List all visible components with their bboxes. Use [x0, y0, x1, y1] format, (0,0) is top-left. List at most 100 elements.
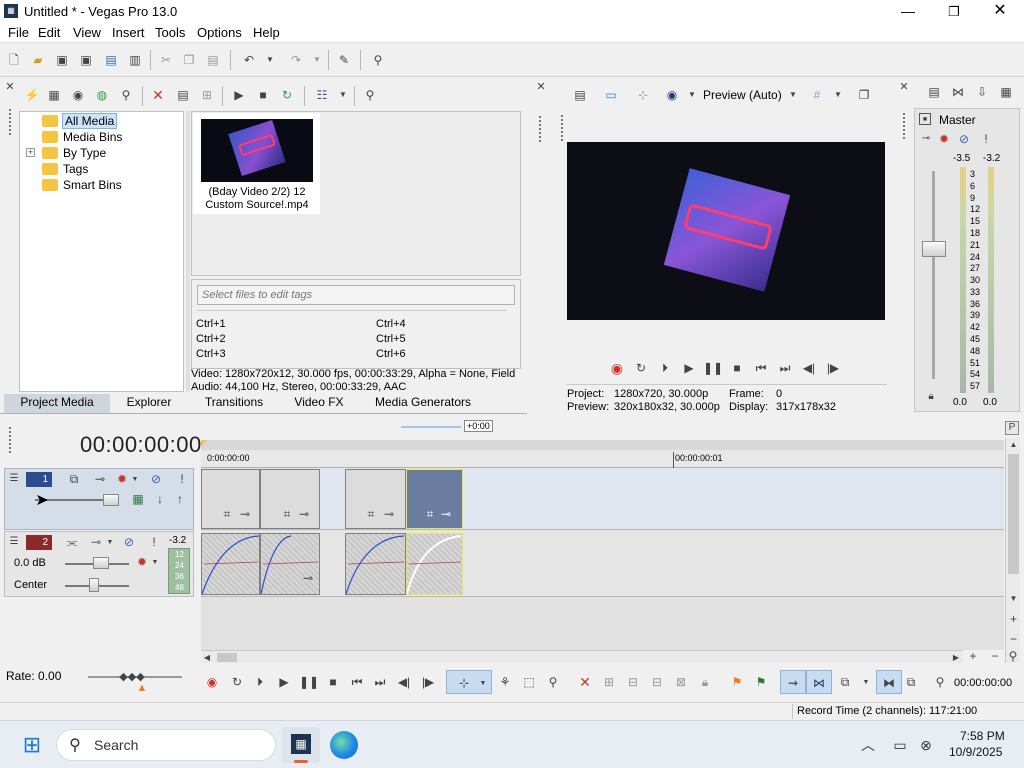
master-mute-icon[interactable]: ⊘: [957, 133, 971, 145]
overlays-dropdown-icon[interactable]: ▼: [833, 87, 843, 103]
previous-frame-icon[interactable]: ◀|: [802, 361, 816, 375]
scroll-thumb[interactable]: [1008, 454, 1019, 574]
zoom-in-vertical-icon[interactable]: +: [1008, 613, 1019, 625]
tag-shortcut-3[interactable]: Ctrl+3: [196, 348, 226, 360]
lock-envelopes-button[interactable]: ⧓: [876, 670, 902, 694]
master-fx-settings-icon[interactable]: ✹: [937, 133, 951, 145]
overlays-icon[interactable]: #: [809, 87, 825, 103]
selection-tool-icon[interactable]: ⬚: [522, 675, 536, 689]
close-icon[interactable]: ✕: [984, 0, 1016, 22]
video-clip-3[interactable]: ⌗ ⊸: [345, 469, 406, 529]
pan-slider-handle[interactable]: [89, 578, 99, 592]
scroll-up-icon[interactable]: ▲: [1008, 440, 1019, 450]
media-search-icon[interactable]: ⚲: [118, 87, 134, 103]
track-header-audio-2[interactable]: ☰ 2 ⫘ ⊸ ▼ ⊘ ! -3.2 0.0 dB ✹ ▼ Center 12 …: [4, 531, 194, 597]
get-media-web-icon[interactable]: ◍: [94, 87, 110, 103]
edit-tool-icon[interactable]: ✎: [336, 52, 352, 68]
play-media-icon[interactable]: ▶: [231, 87, 247, 103]
audio-fx-dropdown-icon[interactable]: ▼: [106, 536, 114, 548]
track-collapse-icon[interactable]: ☰: [8, 536, 20, 548]
audio-clip-1[interactable]: [201, 533, 260, 595]
zoom-in-horizontal-icon[interactable]: +: [967, 650, 979, 662]
show-hidden-icons-icon[interactable]: ︿: [858, 735, 878, 755]
zoom-edit-tool-icon[interactable]: ⚲: [546, 675, 560, 689]
windows-start-icon[interactable]: ⊞: [20, 733, 44, 757]
remove-media-icon[interactable]: ✕: [150, 87, 166, 103]
maximize-icon[interactable]: ❐: [938, 0, 970, 22]
new-file-icon[interactable]: 🗋: [6, 52, 22, 68]
get-photo-icon[interactable]: ◉: [70, 87, 86, 103]
video-clip-1[interactable]: ⌗ ⊸: [201, 469, 260, 529]
mixer-properties-icon[interactable]: ▤: [926, 84, 942, 100]
insert-marker-icon[interactable]: ⚑: [730, 675, 744, 689]
audio-mute-icon[interactable]: ⊘: [122, 536, 136, 548]
video-clip-selected[interactable]: ⌗ ⊸: [406, 469, 463, 529]
scroll-right-icon[interactable]: ▶: [951, 652, 961, 663]
undo-icon[interactable]: ↶: [240, 52, 258, 68]
external-monitor-icon[interactable]: ▭: [602, 87, 620, 103]
zoom-out-horizontal-icon[interactable]: −: [989, 650, 1001, 662]
tab-transitions[interactable]: Transitions: [190, 394, 278, 413]
media-fx-icon[interactable]: ⊞: [199, 87, 215, 103]
tag-shortcut-1[interactable]: Ctrl+1: [196, 318, 226, 330]
track-fx-icon[interactable]: ⊸: [93, 473, 107, 485]
tag-shortcut-5[interactable]: Ctrl+5: [376, 333, 406, 345]
event-fx-icon[interactable]: ⊸: [238, 508, 252, 520]
track-solo-icon[interactable]: !: [175, 473, 189, 485]
zoom-search-icon[interactable]: ⚲: [362, 87, 378, 103]
split-screen-icon[interactable]: ⊹: [635, 87, 651, 103]
marker-toggle-icon[interactable]: P: [1005, 421, 1019, 435]
menu-file[interactable]: File: [8, 25, 29, 40]
pan-crop-icon[interactable]: ⌗: [221, 508, 233, 520]
previous-frame-timeline-icon[interactable]: ◀|: [397, 675, 411, 689]
auto-ripple-button[interactable]: ⇝: [780, 670, 806, 694]
volume-slider-handle[interactable]: [93, 557, 109, 569]
preview-quality-select[interactable]: Preview (Auto): [703, 88, 782, 102]
audio-fx-settings-dropdown-icon[interactable]: ▼: [151, 556, 159, 568]
audio-clip-3[interactable]: [345, 533, 406, 595]
event-fx-icon[interactable]: ⊸: [382, 508, 396, 520]
tag-shortcut-4[interactable]: Ctrl+4: [376, 318, 406, 330]
delete-icon[interactable]: ✕: [578, 675, 592, 689]
lock-icon[interactable]: 🔒︎: [698, 675, 712, 689]
track-motion-icon[interactable]: ⧉: [67, 473, 81, 485]
audio-track-lane[interactable]: [201, 531, 1004, 597]
open-folder-icon[interactable]: ▰: [30, 52, 46, 68]
save-as-icon[interactable]: ▣: [78, 52, 94, 68]
compositing-mode-icon[interactable]: ▦: [131, 493, 145, 505]
preview-video-frame[interactable]: [567, 142, 885, 320]
event-fx-icon[interactable]: ⊸: [297, 508, 311, 520]
track-area[interactable]: ⌗ ⊸ ⌗ ⊸ ⌗ ⊸ ⌗ ⊸ ⊸: [201, 468, 1004, 650]
audio-clip-2[interactable]: ⊸: [260, 533, 320, 595]
horizontal-scroll-thumb[interactable]: [217, 653, 237, 662]
expand-icon[interactable]: +: [26, 148, 35, 157]
import-media-icon[interactable]: ⚡: [24, 87, 40, 103]
preview-mode-dropdown-icon[interactable]: ▼: [788, 87, 798, 103]
play-from-start-icon[interactable]: ⏵: [658, 361, 672, 375]
copy-icon[interactable]: ❐: [181, 52, 197, 68]
media-properties-icon[interactable]: ▤: [175, 87, 191, 103]
paste-icon[interactable]: ▤: [205, 52, 221, 68]
loop-timeline-icon[interactable]: ↻: [230, 675, 244, 689]
go-to-end-icon[interactable]: ⏭: [778, 361, 792, 375]
track-header-video-1[interactable]: ☰ 1 ⧉ ⊸ ✹ ▼ ⊘ ! ➤ ▦ ↓ ↑: [4, 468, 194, 530]
quality-dropdown-icon[interactable]: ▼: [687, 87, 697, 103]
video-clip-2[interactable]: ⌗ ⊸: [260, 469, 320, 529]
mixer-window-icon[interactable]: ▦: [998, 84, 1014, 100]
dim-output-icon[interactable]: ⇩: [974, 84, 990, 100]
render-icon[interactable]: ▤: [103, 52, 119, 68]
go-to-end-timeline-icon[interactable]: ⏭: [373, 675, 387, 689]
trim-start-icon[interactable]: ⊟: [626, 675, 640, 689]
event-fx-icon[interactable]: ⊸: [439, 508, 453, 520]
pan-crop-icon[interactable]: ⌗: [281, 508, 293, 520]
tree-item-tags[interactable]: Tags: [42, 161, 88, 176]
track-fx-dropdown-icon[interactable]: ▼: [131, 473, 139, 485]
tree-item-all-media[interactable]: All Media: [42, 112, 118, 129]
auto-crossfade-button[interactable]: ⋈: [806, 670, 832, 694]
master-fader-handle[interactable]: [922, 241, 946, 257]
video-track-lane[interactable]: [201, 468, 1004, 530]
make-compositing-child-icon[interactable]: ↓: [153, 493, 167, 505]
edge-browser-icon[interactable]: [330, 731, 358, 759]
help-pointer-icon[interactable]: ⚲: [370, 52, 386, 68]
loop-playback-icon[interactable]: ↻: [634, 361, 648, 375]
